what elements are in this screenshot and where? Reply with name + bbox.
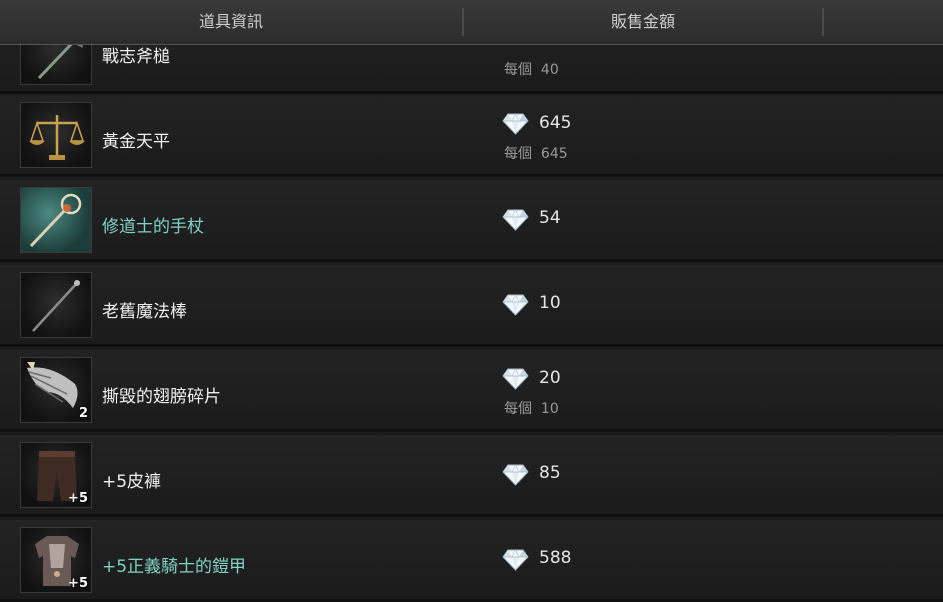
diamond-icon: [502, 294, 529, 316]
diamond-icon: [502, 209, 529, 231]
item-name: +5正義騎士的鎧甲: [102, 557, 247, 577]
item-price: 20: [539, 368, 561, 388]
per-unit-label: 每個: [504, 401, 532, 417]
per-unit-label: 每個: [504, 62, 532, 78]
item-name: 黃金天平: [102, 132, 170, 152]
per-unit-price: 每個 645: [504, 143, 568, 163]
enhance-level: +5: [68, 491, 88, 506]
table-header: 道具資訊 販售金額: [0, 0, 943, 45]
sell-item-list: 戰志斧槌 每個 40 黃金天平 645 每個 645 修道士的手杖 54 老舊魔…: [0, 0, 943, 602]
item-name: 老舊魔法棒: [102, 302, 187, 322]
enhance-level: +5: [68, 576, 88, 591]
old-wand-icon: [32, 280, 80, 332]
per-unit-value: 10: [540, 401, 559, 417]
list-item[interactable]: 老舊魔法棒 10: [0, 265, 943, 347]
item-price: 10: [539, 293, 561, 313]
list-item[interactable]: 修道士的手杖 54: [0, 180, 943, 262]
item-price: 645: [539, 113, 572, 133]
list-item[interactable]: +5 +5正義騎士的鎧甲 588: [0, 520, 943, 602]
item-slot[interactable]: +5: [20, 527, 92, 593]
item-slot[interactable]: [20, 272, 92, 338]
item-slot[interactable]: [20, 187, 92, 253]
list-item[interactable]: +5 +5皮褲 85: [0, 435, 943, 517]
item-slot[interactable]: +5: [20, 442, 92, 508]
stack-count: 2: [78, 406, 88, 421]
header-item-info[interactable]: 道具資訊: [0, 8, 464, 36]
per-unit-value: 645: [540, 146, 568, 162]
per-unit-price: 每個 40: [504, 59, 559, 79]
item-price: 85: [539, 463, 561, 483]
item-name: 撕毀的翅膀碎片: [102, 387, 221, 407]
golden-scale-icon: [29, 115, 85, 160]
item-name: 戰志斧槌: [102, 47, 170, 67]
per-unit-label: 每個: [504, 146, 532, 162]
diamond-icon: [502, 464, 529, 486]
item-price: 54: [539, 208, 561, 228]
per-unit-value: 40: [540, 62, 559, 78]
item-name: 修道士的手杖: [102, 217, 204, 237]
item-name: +5皮褲: [102, 472, 162, 492]
per-unit-price: 每個 10: [504, 398, 559, 418]
diamond-icon: [502, 549, 529, 571]
item-slot[interactable]: [20, 102, 92, 168]
item-slot[interactable]: 2: [20, 357, 92, 423]
list-item[interactable]: 黃金天平 645 每個 645: [0, 95, 943, 177]
header-sell-price[interactable]: 販售金額: [464, 8, 824, 36]
monk-staff-icon: [29, 193, 82, 248]
list-item[interactable]: 2 撕毀的翅膀碎片 20 每個 10: [0, 350, 943, 432]
diamond-icon: [502, 368, 529, 390]
item-price: 588: [539, 548, 572, 568]
diamond-icon: [502, 113, 529, 135]
